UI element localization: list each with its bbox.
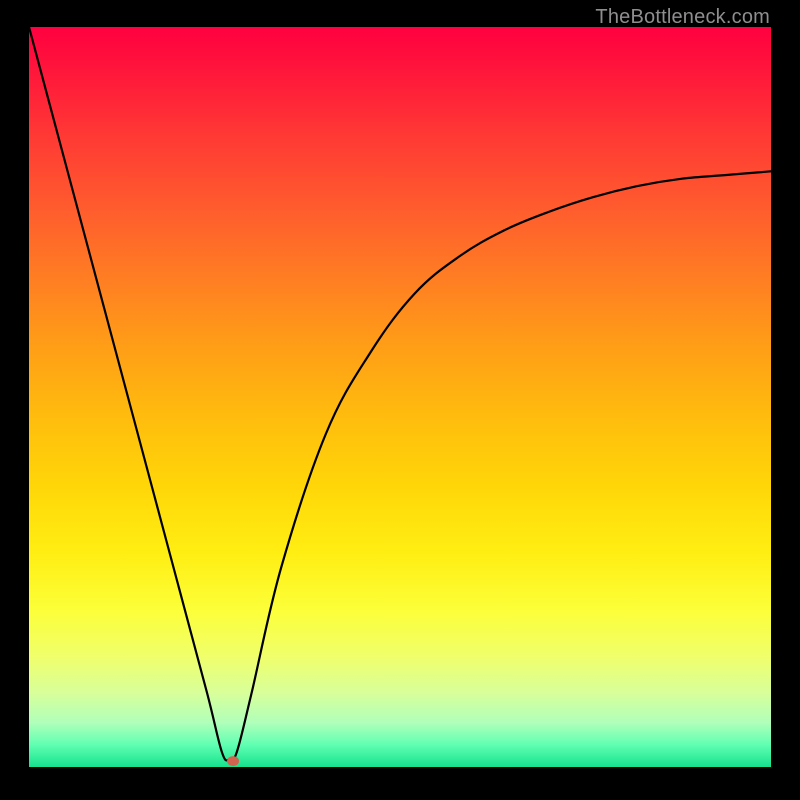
plot-area [29, 27, 771, 767]
optimal-point-marker [227, 756, 239, 766]
watermark-text: TheBottleneck.com [595, 6, 770, 29]
chart-frame: TheBottleneck.com [0, 0, 800, 800]
bottleneck-curve [29, 27, 771, 760]
curve-svg [29, 27, 771, 767]
